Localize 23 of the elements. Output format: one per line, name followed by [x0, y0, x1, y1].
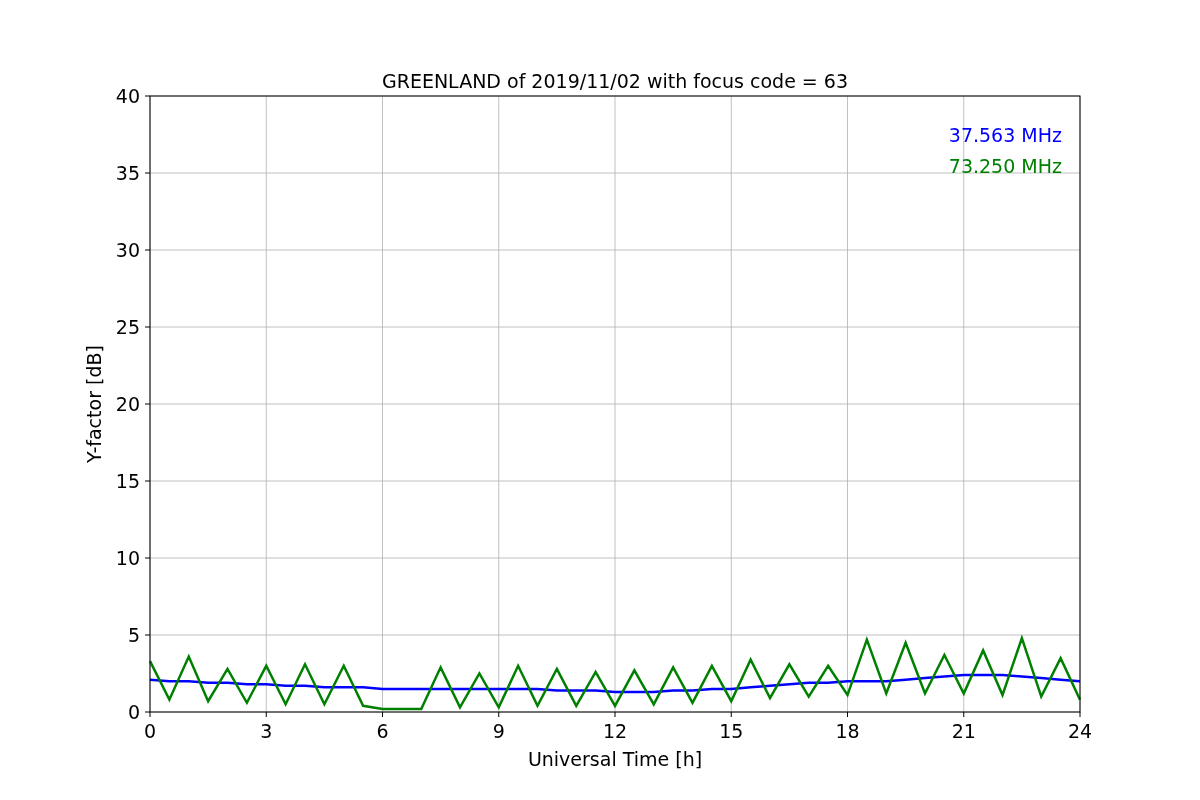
legend-label: 37.563 MHz [948, 124, 1062, 146]
x-tick-label: 0 [143, 720, 157, 742]
chart-title: GREENLAND of 2019/11/02 with focus code = 63 [382, 70, 848, 92]
x-axis-label: Universal Time [h] [527, 748, 703, 770]
x-tick-label: 3 [260, 720, 273, 742]
x-tick-label: 6 [376, 720, 389, 742]
y-tick-label: 40 [115, 85, 140, 107]
y-tick-label: 20 [115, 393, 140, 415]
y-tick-label: 30 [115, 239, 140, 261]
x-tick-label: 18 [835, 720, 860, 742]
y-tick-label: 5 [127, 624, 140, 646]
y-axis-label: Y-factor [dB] [83, 345, 105, 463]
legend-label: 73.250 MHz [948, 155, 1062, 177]
y-tick-label: 0 [127, 701, 140, 723]
x-tick-label: 12 [602, 720, 628, 742]
x-tick-label: 24 [1067, 720, 1093, 742]
y-tick-label: 25 [115, 316, 140, 338]
y-tick-label: 35 [115, 162, 140, 184]
x-tick-label: 21 [951, 720, 976, 742]
x-tick-label: 9 [492, 720, 505, 742]
x-tick-label: 15 [719, 720, 744, 742]
y-tick-label: 15 [115, 470, 140, 492]
y-tick-label: 10 [115, 547, 140, 569]
